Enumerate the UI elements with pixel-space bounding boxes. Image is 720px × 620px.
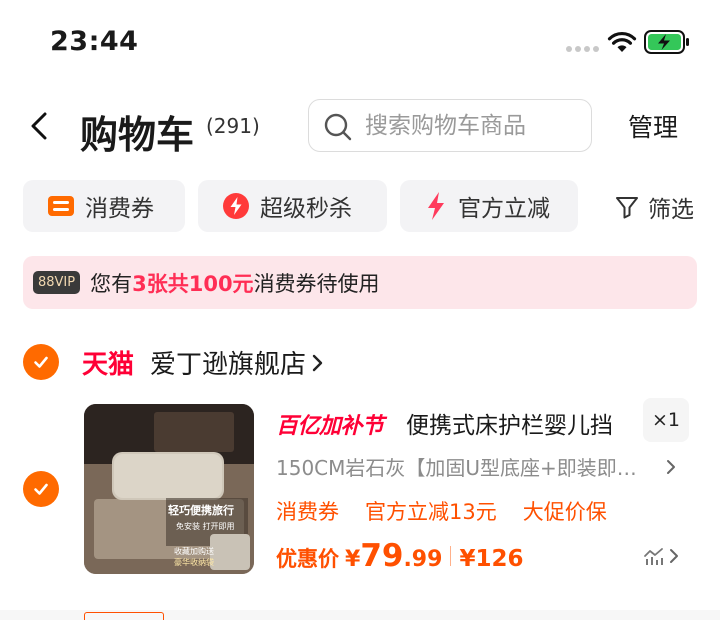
- image-caption-4: 豪华收纳袋: [174, 558, 214, 567]
- store-name: 爱丁逊旗舰店: [150, 350, 307, 380]
- store-checkbox[interactable]: [23, 344, 59, 380]
- search-icon: [324, 113, 352, 141]
- wifi-icon: [607, 31, 637, 52]
- chevron-right-icon: [666, 459, 676, 475]
- filter-chip-official-discount[interactable]: 官方立减: [400, 180, 578, 232]
- back-arrow-icon[interactable]: [24, 110, 56, 142]
- promo-tag: 大促价保: [522, 500, 607, 524]
- filter-button-label: 筛选: [648, 197, 694, 223]
- check-icon: [34, 483, 48, 495]
- filter-chip-label: 超级秒杀: [260, 196, 352, 222]
- filter-chip-label: 消费券: [85, 196, 154, 222]
- check-icon: [34, 356, 48, 368]
- coupon-icon: [47, 194, 75, 218]
- sku-text: 150CM岩石灰【加固U型底座+即装即用】: [276, 456, 650, 480]
- search-box[interactable]: [308, 99, 592, 152]
- currency-symbol: ¥: [345, 547, 361, 572]
- chevron-right-icon: [670, 549, 678, 563]
- status-time: 23:44: [50, 26, 139, 57]
- filter-chip-flash-sale[interactable]: 超级秒杀: [198, 180, 387, 232]
- lightning-icon: [424, 191, 448, 221]
- flash-sale-icon: [222, 192, 250, 220]
- banner-prefix: 您有: [90, 271, 133, 296]
- price-trend-button[interactable]: [643, 546, 679, 566]
- image-caption-2: 免安装 打开即用: [176, 522, 235, 531]
- product-image-graphic: [84, 404, 254, 574]
- price-integer: 79: [360, 538, 404, 574]
- price-decimal: .99: [403, 547, 443, 572]
- battery-charging-icon: [644, 30, 689, 54]
- original-price: ¥126: [459, 546, 524, 572]
- store-name-link[interactable]: 爱丁逊旗舰店: [150, 344, 324, 381]
- promo-tag: 消费券: [276, 500, 339, 524]
- banner-suffix: 消费券待使用: [253, 271, 380, 296]
- filter-chip-coupon[interactable]: 消费券: [23, 180, 185, 232]
- cart-count: (291): [206, 114, 260, 138]
- campaign-tag: 百亿加补节: [276, 414, 384, 439]
- filter-icon: [614, 194, 640, 220]
- top-section: 23:44 购物车 (291) 管理 消费券: [0, 0, 720, 330]
- price-divider: [450, 546, 452, 566]
- filter-button[interactable]: 筛选: [614, 190, 694, 224]
- promo-tag: 官方立减13元: [365, 500, 497, 524]
- tmall-logo: 天猫: [82, 350, 135, 380]
- banner-highlight: 3张共100元: [132, 271, 254, 296]
- promo-tags: 消费券 官方立减13元 大促价保: [276, 496, 607, 526]
- filter-chip-label: 官方立减: [458, 196, 550, 222]
- price-chart-icon: [644, 548, 663, 565]
- chevron-right-icon: [312, 353, 324, 373]
- item-checkbox[interactable]: [23, 471, 59, 507]
- next-promo-tag-partial: [84, 612, 164, 620]
- store-card: 天猫 爱丁逊旗舰店 轻巧便携旅行 免安装 打开即用 收藏加购送 豪华收纳袋 百亿…: [0, 330, 720, 610]
- product-image[interactable]: 轻巧便携旅行 免安装 打开即用 收藏加购送 豪华收纳袋: [84, 404, 254, 574]
- signal-dots-icon: [566, 46, 599, 52]
- page-title: 购物车: [80, 113, 195, 157]
- vip-badge: 88VIP: [33, 271, 81, 294]
- sku-selector[interactable]: 150CM岩石灰【加固U型底座+即装即用】: [276, 452, 688, 481]
- image-caption-1: 轻巧便携旅行: [168, 504, 234, 517]
- price-row: 优惠价 ¥ 79 .99 ¥126: [276, 538, 523, 574]
- search-input[interactable]: [365, 110, 580, 142]
- quantity-selector[interactable]: ×1: [643, 398, 689, 442]
- coupon-banner[interactable]: 88VIP 您有 3张共100元 消费券待使用: [23, 256, 697, 309]
- price-label: 优惠价: [276, 547, 339, 571]
- manage-button[interactable]: 管理: [628, 108, 678, 144]
- image-caption-3: 收藏加购送: [174, 547, 214, 556]
- product-title[interactable]: 便携式床护栏婴儿挡: [406, 406, 636, 440]
